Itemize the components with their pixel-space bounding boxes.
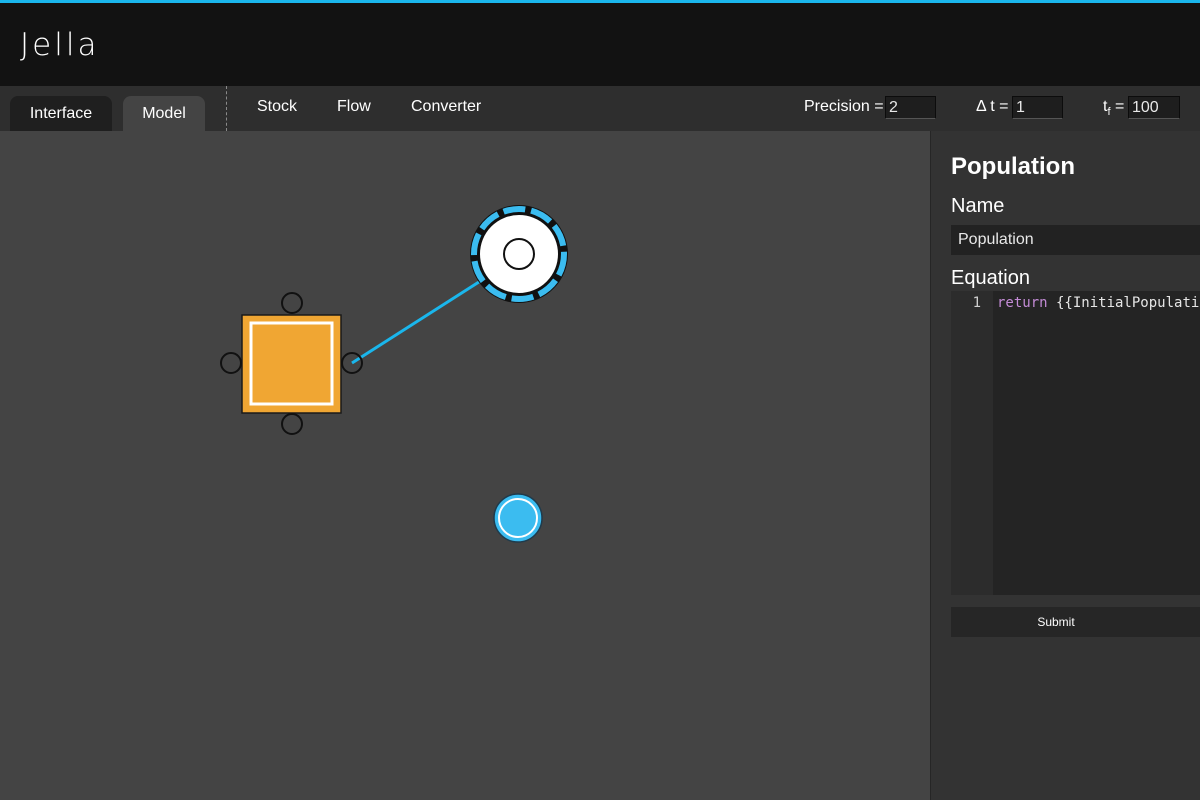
- toolbar-divider: [226, 86, 227, 131]
- tab-model[interactable]: Model: [123, 96, 205, 131]
- converter-body[interactable]: [493, 493, 543, 543]
- stock-node[interactable]: [241, 314, 342, 414]
- tf-label-sub: f: [1107, 106, 1111, 119]
- line-number: 1: [972, 295, 981, 311]
- stock-handle-left[interactable]: [220, 352, 242, 374]
- dt-input[interactable]: 1: [1012, 96, 1063, 119]
- converter-node[interactable]: [493, 493, 543, 543]
- tf-label-eq: =: [1114, 98, 1125, 115]
- dt-label: Δ t =: [976, 98, 1009, 115]
- name-input[interactable]: Population: [951, 225, 1200, 255]
- tab-interface[interactable]: Interface: [10, 96, 112, 131]
- flow-tool-button[interactable]: Flow: [337, 98, 371, 116]
- editor-gutter: 1: [951, 291, 993, 595]
- code-keyword: return: [997, 295, 1048, 311]
- flow-handle[interactable]: [503, 238, 535, 270]
- model-diagram: [220, 205, 568, 543]
- link-line[interactable]: [351, 278, 483, 365]
- tf-input[interactable]: 100: [1128, 96, 1180, 119]
- name-label: Name: [951, 195, 1005, 217]
- stock-tool-button[interactable]: Stock: [257, 98, 297, 116]
- properties-panel: Population Name Population Equation 1 re…: [930, 131, 1200, 800]
- stock-body[interactable]: [241, 314, 342, 414]
- stock-handle-bottom[interactable]: [281, 413, 303, 435]
- app-header: Jella: [0, 3, 1200, 86]
- code-line[interactable]: return {{InitialPopulation}}: [997, 295, 1200, 311]
- model-canvas[interactable]: [0, 131, 930, 800]
- toolbar: Interface Model Stock Flow Converter Pre…: [0, 86, 1200, 131]
- panel-title: Population: [951, 153, 1075, 180]
- submit-button[interactable]: Submit: [951, 607, 1200, 637]
- equation-label: Equation: [951, 267, 1030, 289]
- precision-input[interactable]: 2: [885, 96, 936, 119]
- app-title: Jella: [20, 27, 100, 63]
- code-text: {{InitialPopulation}}: [1056, 295, 1200, 311]
- equation-editor[interactable]: 1 return {{InitialPopulation}}: [951, 291, 1200, 595]
- flow-node[interactable]: [470, 205, 568, 303]
- converter-tool-button[interactable]: Converter: [411, 98, 481, 116]
- stock-handle-top[interactable]: [281, 292, 303, 314]
- tf-label: tf =: [1103, 98, 1124, 118]
- precision-label: Precision =: [804, 98, 884, 115]
